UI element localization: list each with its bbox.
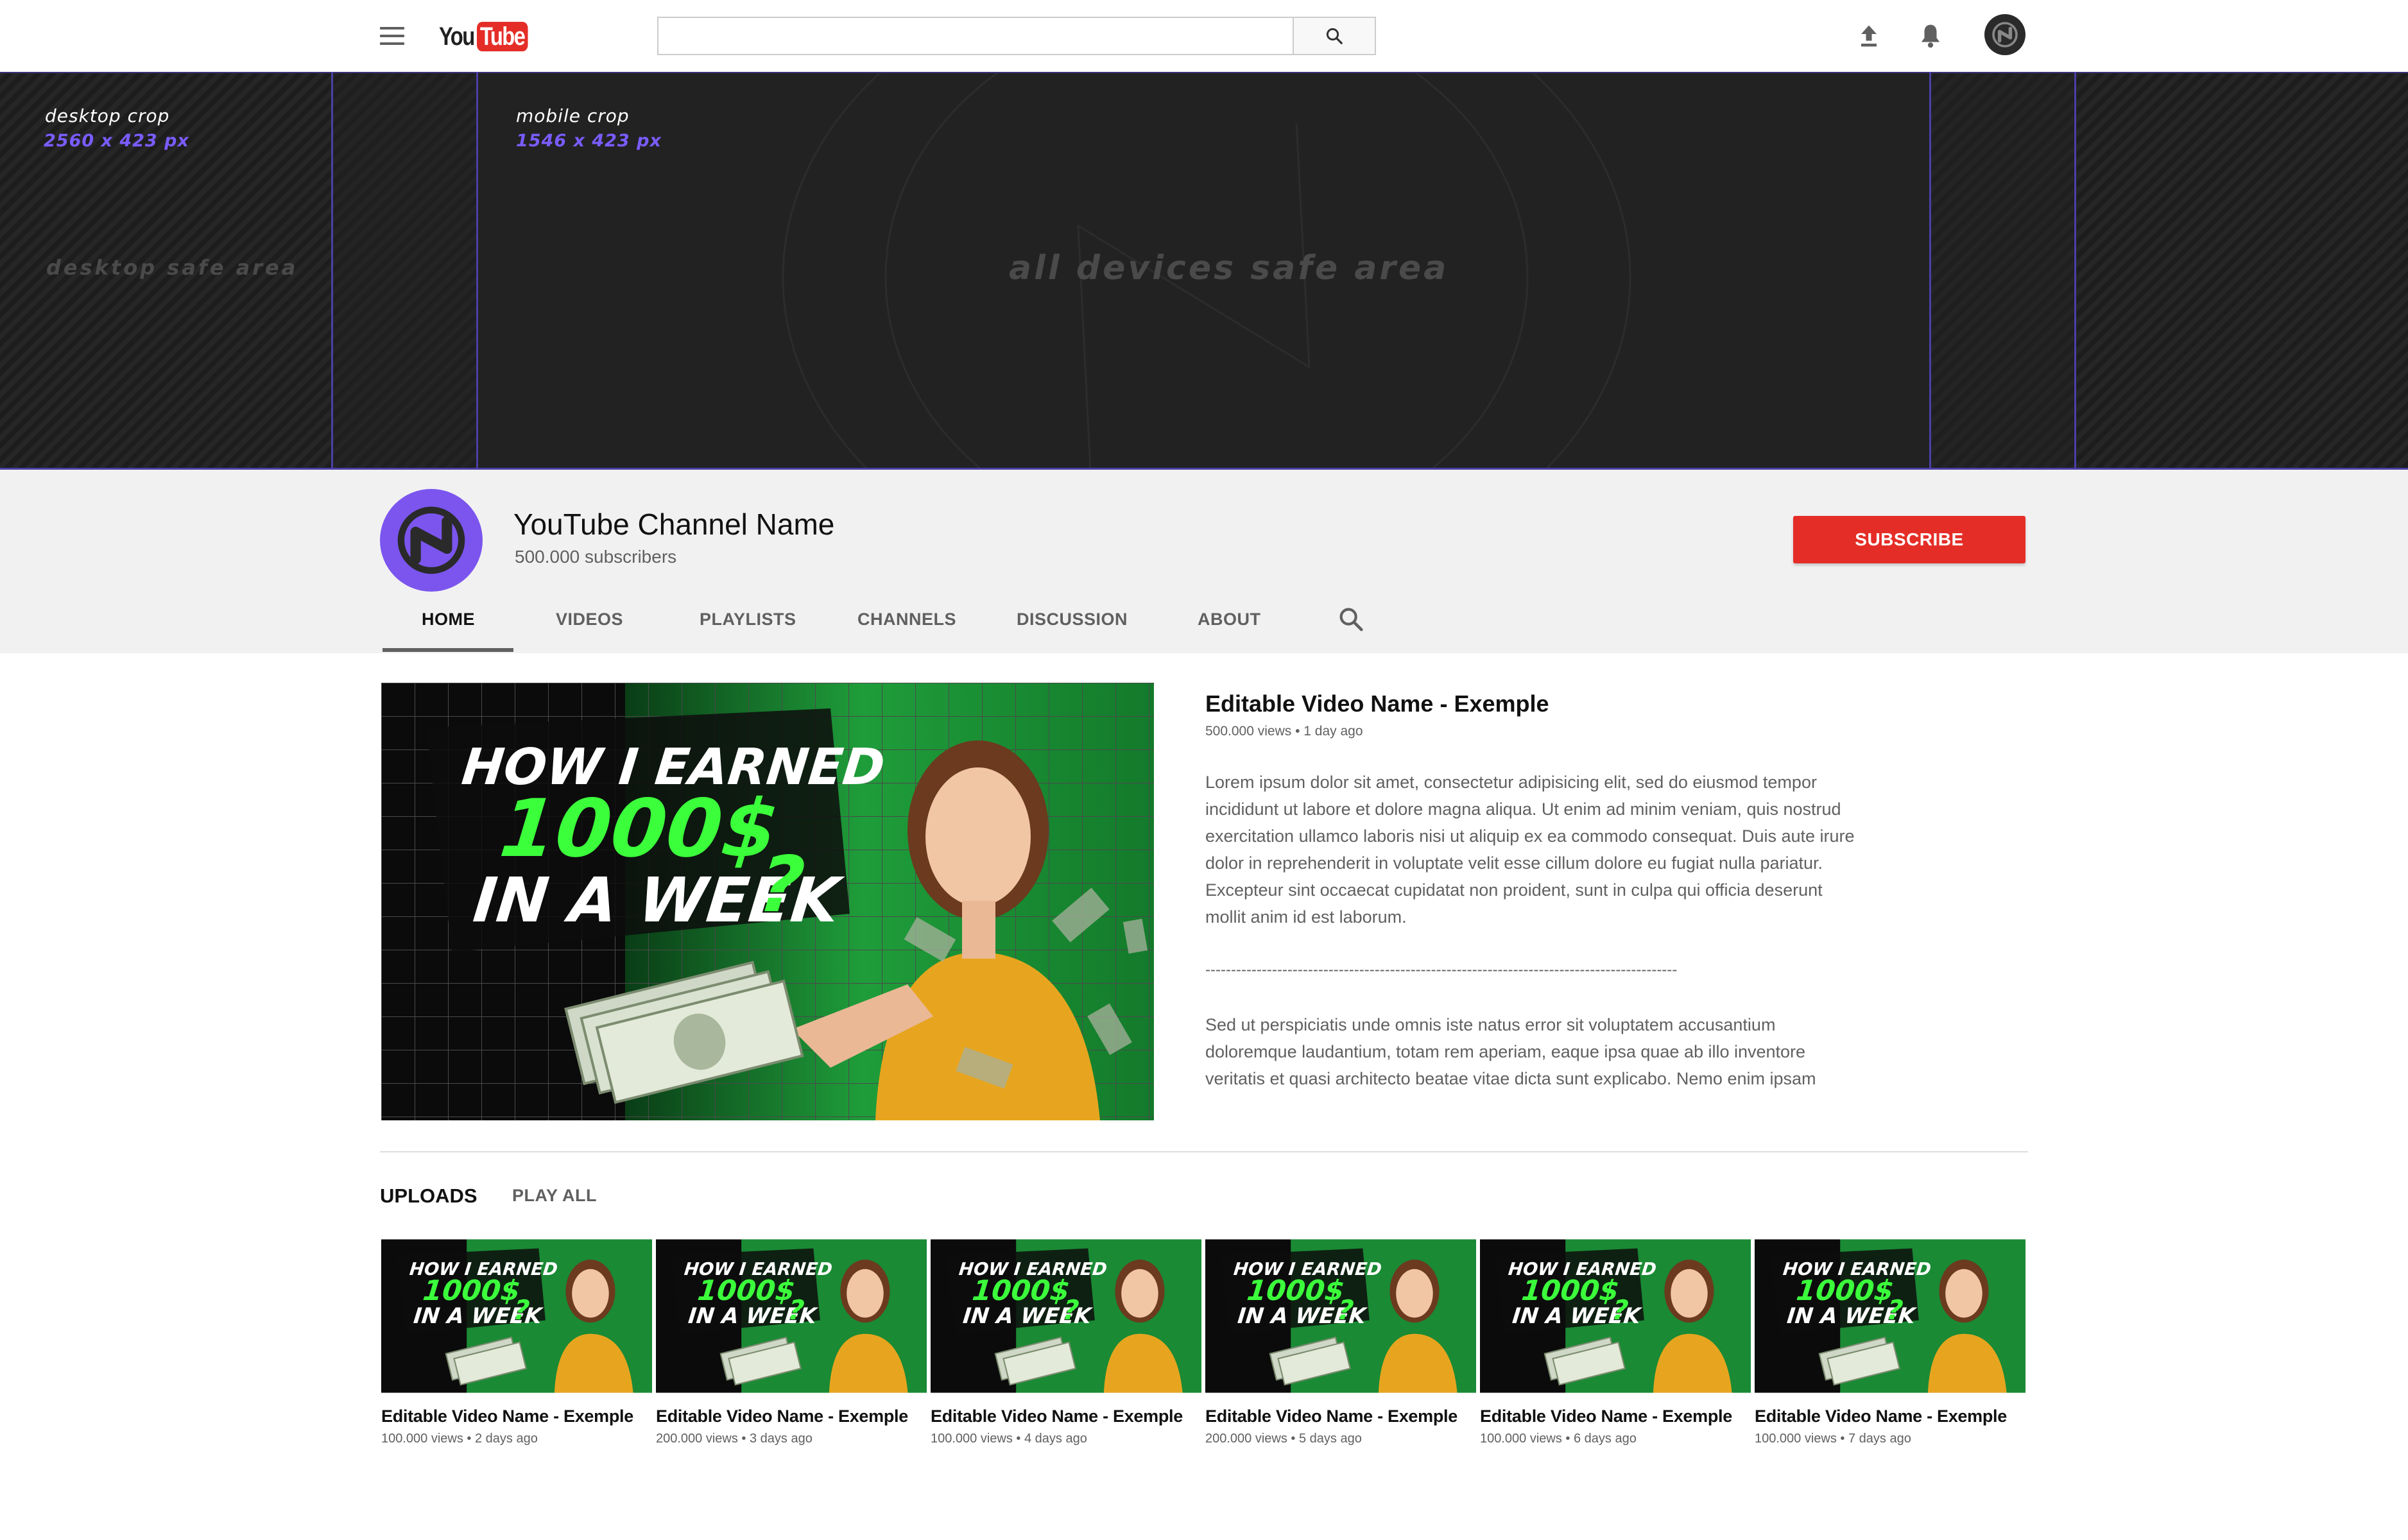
outside-desktop-hatch-right [2077,72,2408,470]
thumbnail-art: HOW I EARNED 1000$ IN A WEEK ? [656,1239,927,1393]
top-bar: You Tube [0,0,2408,72]
featured-video-description-continued: Sed ut perspiciatis unde omnis iste natu… [1205,1015,1816,1088]
upload-video-card[interactable]: HOW I EARNED 1000$ IN A WEEK ? Editable … [656,1238,927,1446]
upload-video-thumbnail[interactable]: HOW I EARNED 1000$ IN A WEEK ? [381,1238,652,1394]
uploads-heading: UPLOADS [380,1185,477,1207]
upload-video-meta: 200.000 views • 3 days ago [656,1432,813,1446]
featured-video-description: Lorem ipsum dolor sit amet, consectetur … [1205,773,1855,927]
upload-video-thumbnail[interactable]: HOW I EARNED 1000$ IN A WEEK ? [656,1238,927,1394]
svg-text:?: ? [1886,1294,1905,1326]
thumb-mark: ? [755,840,809,930]
svg-text:?: ? [1611,1294,1630,1326]
upload-video-title[interactable]: Editable Video Name - Exemple [931,1407,1201,1426]
upload-button[interactable] [1852,19,1886,53]
svg-text:1000$: 1000$ [422,1275,522,1307]
desktop-only-hatch-left [332,72,477,470]
notifications-button[interactable] [1914,19,1947,53]
svg-text:1000$: 1000$ [1520,1275,1621,1307]
svg-text:1000$: 1000$ [1795,1275,1895,1307]
upload-icon [1861,25,1877,47]
thumbnail-art: HOW I EARNED 1000$ IN A WEEK ? [931,1239,1201,1393]
thumbnail-art: HOW I EARNED 1000$ IN A WEEK ? [381,683,1154,1120]
upload-video-card[interactable]: HOW I EARNED 1000$ IN A WEEK ? Editable … [931,1238,1201,1446]
svg-text:1000$: 1000$ [1246,1275,1346,1307]
desktop-crop-size: 2560 x 423 px [44,131,189,151]
svg-text:?: ? [512,1294,531,1326]
svg-text:?: ? [1062,1294,1081,1326]
channel-logo-icon [397,506,465,574]
tab-discussion[interactable]: DISCUSSION [1017,610,1128,629]
upload-video-meta: 100.000 views • 4 days ago [931,1432,1087,1446]
desktop-crop-line-left [331,72,333,470]
search-button[interactable] [1294,17,1376,55]
subscriber-count: 500.000 subscribers [515,547,677,567]
desktop-crop-label: desktop crop [45,105,170,126]
upload-video-card[interactable]: HOW I EARNED 1000$ IN A WEEK ? Editable … [1755,1238,2025,1446]
upload-video-meta: 100.000 views • 7 days ago [1755,1432,1911,1446]
featured-video-thumbnail[interactable]: HOW I EARNED 1000$ IN A WEEK ? [381,683,1154,1120]
description-separator: ----------------------------------------… [1205,961,1678,979]
featured-video-meta: 500.000 views • 1 day ago [1205,724,1363,739]
subscribe-button[interactable]: SUBSCRIBE [1793,516,2025,563]
desktop-only-hatch-right [1929,72,2077,470]
upload-video-title[interactable]: Editable Video Name - Exemple [381,1407,652,1426]
thumbnail-art: HOW I EARNED 1000$ IN A WEEK ? [1205,1239,1476,1393]
mobile-crop-line-left [476,72,478,470]
search-icon [1339,608,1363,631]
svg-text:?: ? [1336,1294,1355,1326]
upload-video-title[interactable]: Editable Video Name - Exemple [1205,1407,1476,1426]
menu-icon[interactable] [380,27,404,45]
thumbnail-art: HOW I EARNED 1000$ IN A WEEK ? [381,1239,652,1393]
upload-video-title[interactable]: Editable Video Name - Exemple [1755,1407,2025,1426]
tab-home[interactable]: HOME [422,610,475,629]
upload-video-title[interactable]: Editable Video Name - Exemple [1480,1407,1751,1426]
upload-video-thumbnail[interactable]: HOW I EARNED 1000$ IN A WEEK ? [1205,1238,1476,1394]
tab-about[interactable]: ABOUT [1198,610,1261,629]
channel-avatar[interactable] [380,489,483,592]
channel-name: YouTube Channel Name [513,508,835,541]
tab-channels[interactable]: CHANNELS [857,610,956,629]
channel-search-button[interactable] [1336,604,1366,634]
tab-videos[interactable]: VIDEOS [556,610,623,629]
logo-tube-text: Tube [476,22,528,51]
thumb-line2: 1000$ [495,783,782,875]
section-divider [380,1151,2028,1152]
upload-video-thumbnail[interactable]: HOW I EARNED 1000$ IN A WEEK ? [1755,1238,2025,1394]
svg-text:1000$: 1000$ [971,1275,1071,1307]
desktop-safe-area-label: desktop safe area [46,255,298,280]
logo-you-text: You [439,22,475,51]
channel-banner: desktop crop 2560 x 423 px mobile crop 1… [0,72,2408,470]
featured-video-title[interactable]: Editable Video Name - Exemple [1205,690,1549,717]
upload-video-thumbnail[interactable]: HOW I EARNED 1000$ IN A WEEK ? [931,1238,1201,1394]
upload-video-card[interactable]: HOW I EARNED 1000$ IN A WEEK ? Editable … [381,1238,652,1446]
upload-video-meta: 100.000 views • 6 days ago [1480,1432,1637,1446]
active-tab-indicator [383,648,513,652]
upload-video-card[interactable]: HOW I EARNED 1000$ IN A WEEK ? Editable … [1480,1238,1751,1446]
desktop-crop-line-right [2074,72,2076,470]
youtube-logo[interactable]: You Tube [439,22,538,51]
svg-text:1000$: 1000$ [696,1275,796,1307]
tab-playlists[interactable]: PLAYLISTS [700,610,796,629]
upload-video-meta: 200.000 views • 5 days ago [1205,1432,1362,1446]
bell-icon [1921,24,1940,48]
mobile-crop-line-right [1929,72,1931,470]
svg-text:?: ? [787,1294,806,1326]
upload-video-title[interactable]: Editable Video Name - Exemple [656,1407,927,1426]
channel-logo-icon [1992,22,2018,47]
search-icon [1326,28,1343,44]
thumbnail-art: HOW I EARNED 1000$ IN A WEEK ? [1480,1239,1751,1393]
mobile-crop-size: 1546 x 423 px [516,131,662,151]
mobile-crop-label: mobile crop [516,105,630,126]
thumbnail-art: HOW I EARNED 1000$ IN A WEEK ? [1755,1239,2025,1393]
all-devices-safe-area-label: all devices safe area [1009,249,1449,287]
search-input[interactable] [657,17,1294,55]
play-all-button[interactable]: PLAY ALL [512,1186,597,1206]
upload-video-thumbnail[interactable]: HOW I EARNED 1000$ IN A WEEK ? [1480,1238,1751,1394]
upload-video-card[interactable]: HOW I EARNED 1000$ IN A WEEK ? Editable … [1205,1238,1476,1446]
account-avatar[interactable] [1984,14,2025,55]
upload-video-meta: 100.000 views • 2 days ago [381,1432,538,1446]
